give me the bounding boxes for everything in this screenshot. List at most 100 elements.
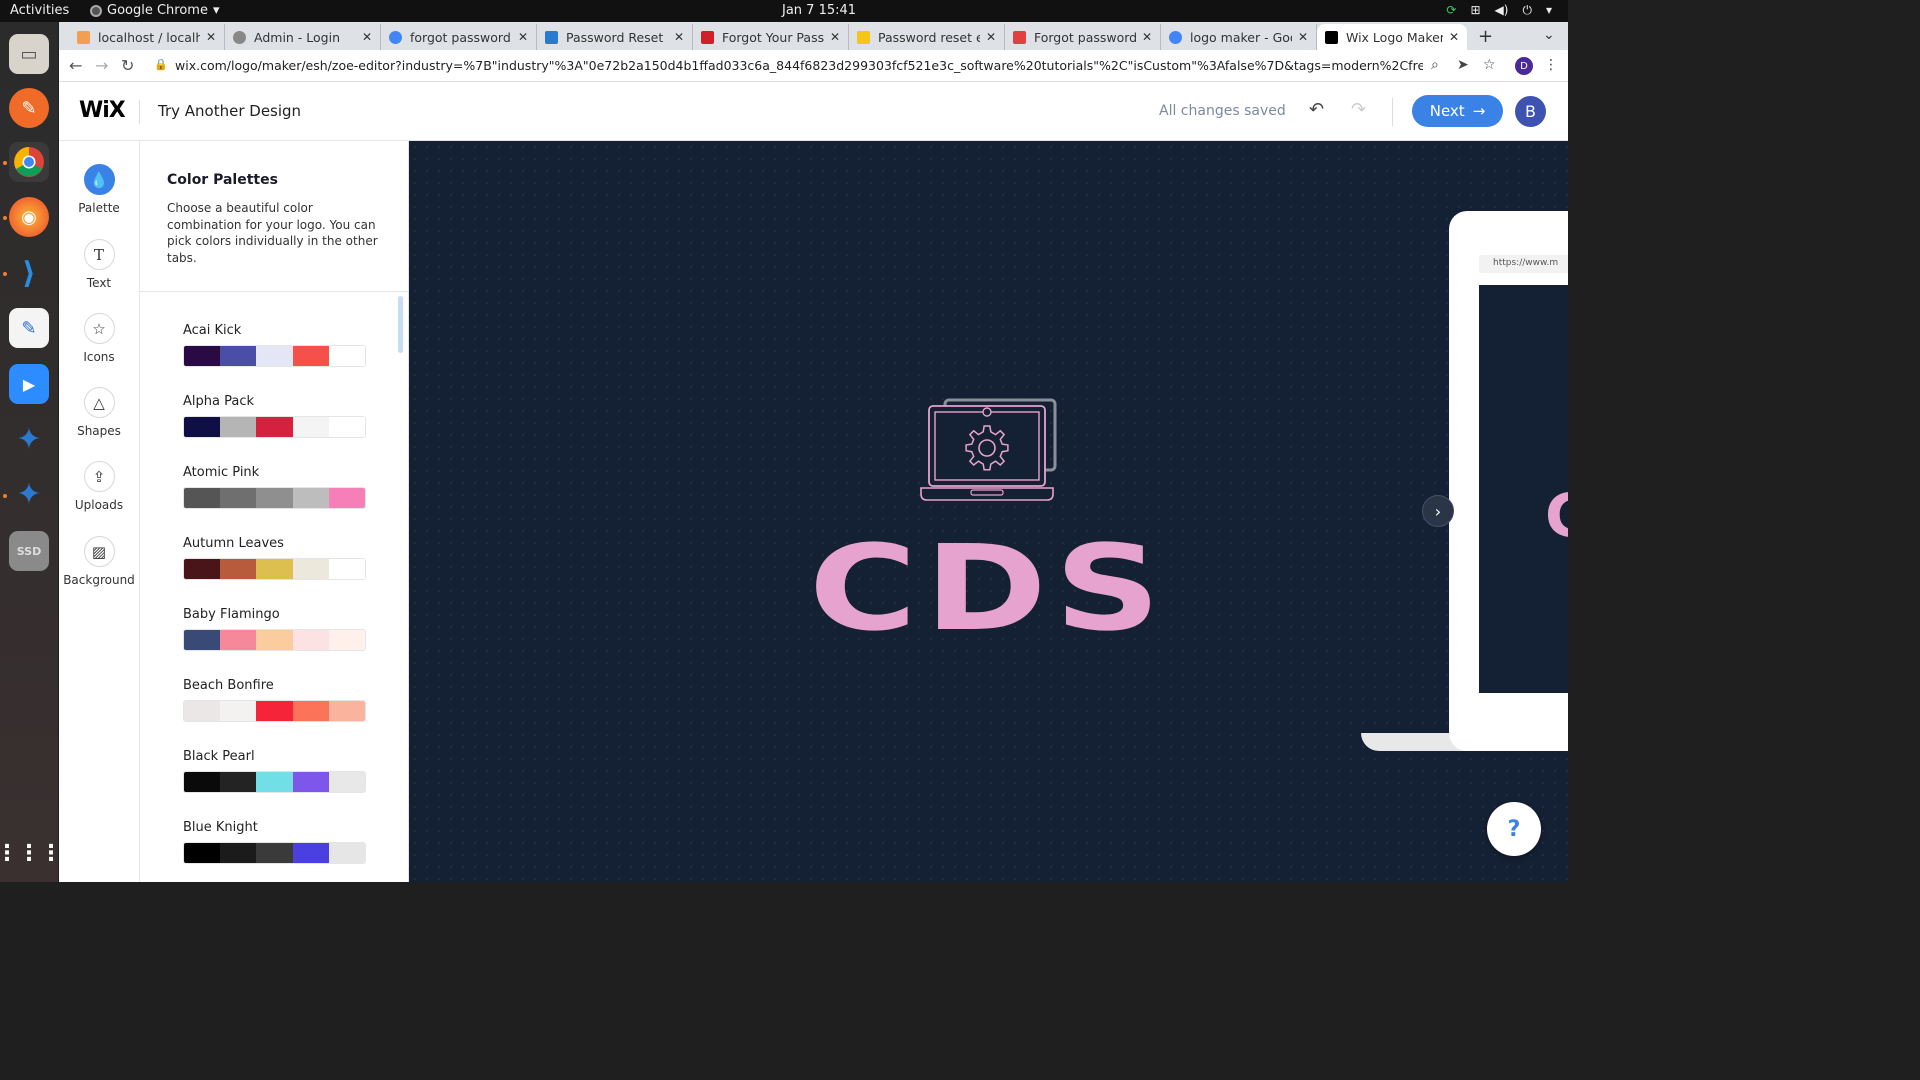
rail-item-uploads[interactable]: ⇪ Uploads	[59, 461, 139, 512]
palette-swatches[interactable]	[183, 345, 366, 367]
palette-swatches[interactable]	[183, 416, 366, 438]
rail-item-text[interactable]: T Text	[59, 239, 139, 290]
text-editor-icon[interactable]: ✎	[9, 308, 49, 348]
close-icon[interactable]: ✕	[518, 30, 528, 44]
browser-tab[interactable]: Password reset em ✕	[849, 24, 1005, 50]
scrollbar[interactable]	[398, 296, 403, 353]
app-name: Google Chrome	[107, 3, 208, 18]
color-swatch	[292, 559, 329, 579]
close-icon[interactable]: ✕	[362, 30, 372, 44]
chrome-icon[interactable]	[9, 142, 49, 182]
palette-swatches[interactable]	[183, 629, 366, 651]
zoom-icon[interactable]: ▶	[9, 364, 49, 404]
forward-icon[interactable]: →	[95, 56, 108, 75]
browser-tab[interactable]: Forgot password? ✕	[1005, 24, 1161, 50]
logo-canvas[interactable]: CDS https://www.m C › ?	[409, 141, 1568, 882]
chevron-right-icon: ›	[1434, 501, 1442, 521]
color-swatch	[328, 417, 365, 437]
tab-favicon	[701, 30, 714, 44]
palette-name: Acai Kick	[183, 323, 242, 338]
activities-button[interactable]: Activities	[10, 3, 69, 18]
user-avatar[interactable]: B	[1515, 96, 1546, 127]
browser-tab[interactable]: Forgot Your Passw ✕	[693, 24, 849, 50]
rail-item-background[interactable]: ▨ Background	[59, 536, 139, 587]
palette-swatches[interactable]	[183, 487, 366, 509]
browser-tab[interactable]: logo maker - Goog ✕	[1161, 24, 1317, 50]
color-swatch	[220, 772, 257, 792]
try-another-design-link[interactable]: Try Another Design	[158, 102, 301, 120]
app-icon[interactable]: ✦	[9, 419, 49, 459]
palette-option[interactable]: Alpha Pack	[183, 394, 366, 438]
logo-text[interactable]: CDS	[409, 519, 1568, 657]
palette-option[interactable]: Atomic Pink	[183, 465, 366, 509]
next-button[interactable]: Next →	[1412, 95, 1503, 127]
palette-option[interactable]: Blue Knight	[183, 820, 366, 864]
laptop-gear-icon[interactable]	[919, 396, 1059, 504]
ssd-drive-icon[interactable]: SSD	[9, 531, 49, 571]
files-icon[interactable]: ▭	[9, 34, 49, 74]
tab-title: logo maker - Goog	[1190, 29, 1292, 45]
app-grid-icon[interactable]: ⋮⋮⋮	[0, 833, 62, 873]
zoom-icon[interactable]: ⌕	[1431, 57, 1439, 73]
close-icon[interactable]: ✕	[206, 30, 216, 44]
app-menu[interactable]: Google Chrome ▾	[90, 3, 220, 18]
palette-option[interactable]: Acai Kick	[183, 323, 366, 367]
rail-item-shapes[interactable]: △ Shapes	[59, 387, 139, 438]
close-icon[interactable]: ✕	[1298, 30, 1308, 44]
palette-swatches[interactable]	[183, 842, 366, 864]
profile-avatar[interactable]: D	[1515, 57, 1533, 75]
back-icon[interactable]: ←	[69, 56, 82, 75]
close-icon[interactable]: ✕	[1142, 30, 1152, 44]
tab-search-icon[interactable]: ⌄	[1543, 27, 1555, 43]
reload-icon[interactable]: ↻	[121, 56, 134, 75]
send-icon[interactable]: ➤	[1457, 57, 1469, 73]
browser-tab[interactable]: Password Reset En ✕	[537, 24, 693, 50]
close-icon[interactable]: ✕	[674, 30, 684, 44]
running-indicator	[3, 272, 7, 276]
divider	[1392, 98, 1393, 126]
divider	[140, 291, 408, 292]
palette-option[interactable]: Beach Bonfire	[183, 678, 366, 722]
browser-tab-active[interactable]: Wix Logo Maker ✕	[1317, 24, 1467, 50]
firefox-icon[interactable]: ◉	[9, 197, 49, 237]
close-icon[interactable]: ✕	[830, 30, 840, 44]
rail-item-icons[interactable]: ☆ Icons	[59, 313, 139, 364]
tab-favicon	[1169, 30, 1182, 44]
palette-option[interactable]: Autumn Leaves	[183, 536, 366, 580]
browser-tab[interactable]: Admin - Login ✕	[225, 24, 381, 50]
bookmark-star-icon[interactable]: ☆	[1483, 57, 1496, 73]
url-field[interactable]: wix.com/logo/maker/esh/zoe-editor?indust…	[175, 58, 1423, 73]
close-icon[interactable]: ✕	[1449, 30, 1459, 44]
tab-title: Admin - Login	[254, 29, 341, 45]
palette-option[interactable]: Black Pearl	[183, 749, 366, 793]
palette-option[interactable]: Baby Flamingo	[183, 607, 366, 651]
app-icon[interactable]: ✦	[9, 474, 49, 514]
browser-tab[interactable]: forgot password e ✕	[381, 24, 537, 50]
help-button[interactable]: ?	[1487, 802, 1541, 856]
wix-logo[interactable]: WiX	[79, 98, 126, 123]
redo-icon[interactable]: ↷	[1351, 99, 1366, 120]
rail-item-palette[interactable]: 💧 Palette	[59, 164, 139, 215]
clock[interactable]: Jan 7 15:41	[782, 3, 856, 18]
postman-icon[interactable]: ✎	[9, 88, 49, 128]
palette-swatches[interactable]	[183, 700, 366, 722]
browser-tab[interactable]: localhost / localho ✕	[69, 24, 225, 50]
palette-swatches[interactable]	[183, 771, 366, 793]
undo-icon[interactable]: ↶	[1309, 99, 1324, 120]
palette-swatches[interactable]	[183, 558, 366, 580]
palette-name: Blue Knight	[183, 820, 258, 835]
carousel-next-button[interactable]: ›	[1422, 495, 1454, 527]
menu-icon[interactable]: ⋮	[1544, 57, 1558, 73]
text-icon: T	[83, 239, 115, 270]
lock-icon[interactable]: 🔒	[154, 58, 168, 71]
mockup-url-bar: https://www.m	[1479, 255, 1568, 273]
color-swatch	[184, 843, 221, 863]
running-indicator	[3, 216, 7, 220]
close-icon[interactable]: ✕	[986, 30, 996, 44]
system-top-bar: Activities Google Chrome ▾ Jan 7 15:41 ⟳…	[0, 0, 1568, 22]
vscode-icon[interactable]: ⟩	[9, 253, 49, 293]
system-tray[interactable]: ⟳ ⊞ ◀) ⏻ ▾	[1446, 3, 1552, 18]
color-swatch	[220, 630, 257, 650]
new-tab-button[interactable]: +	[1478, 26, 1493, 47]
color-swatch	[220, 346, 257, 366]
